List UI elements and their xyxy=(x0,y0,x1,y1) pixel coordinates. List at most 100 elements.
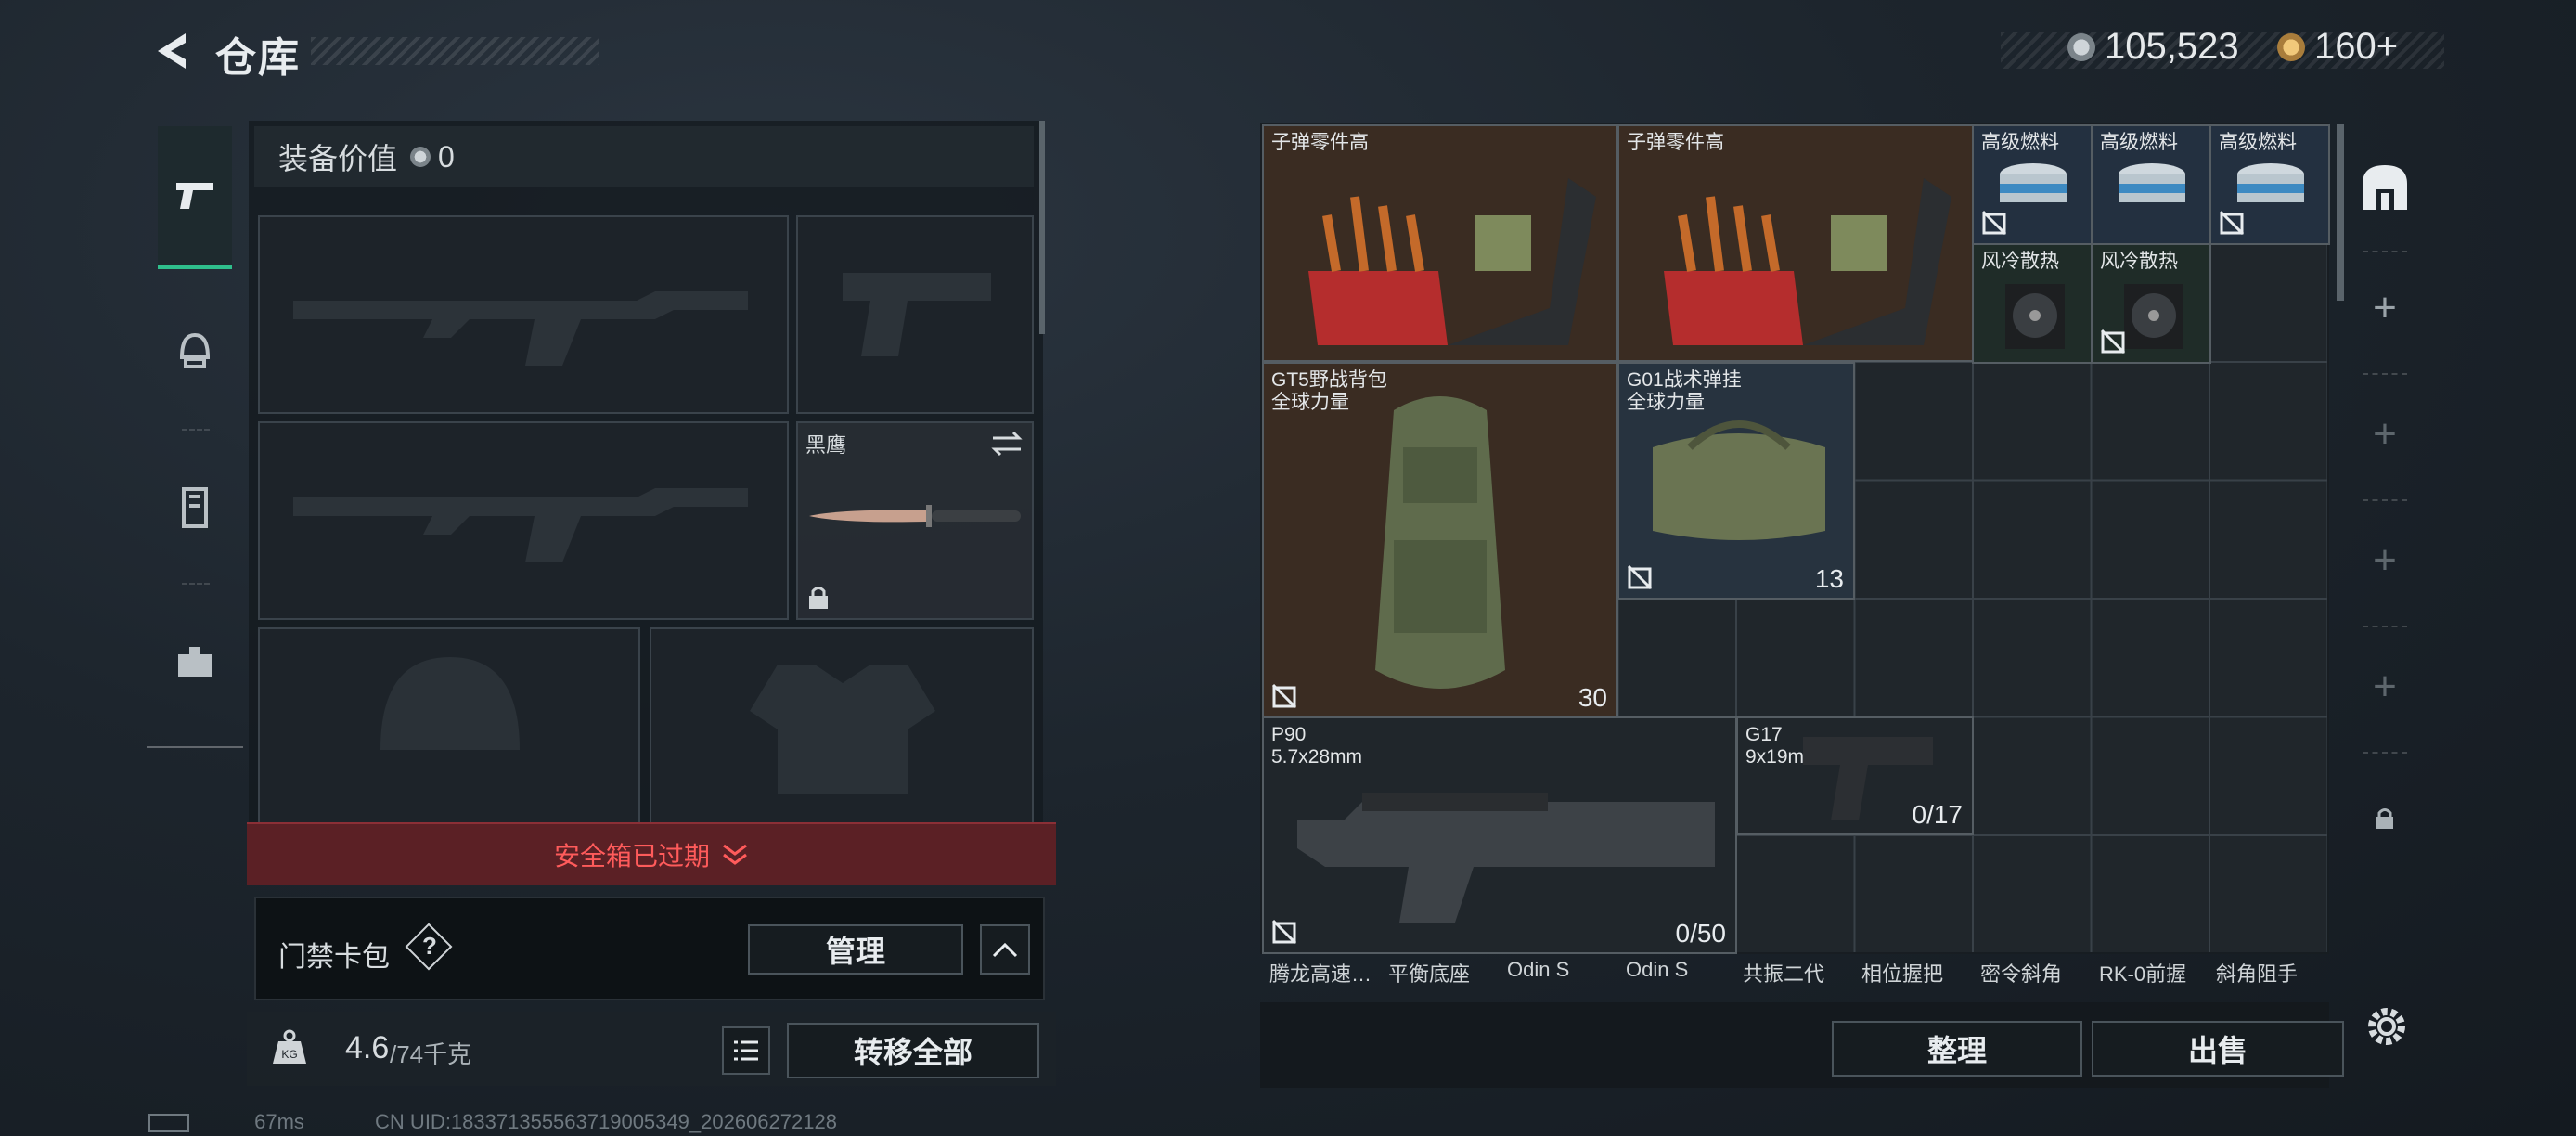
sell-button[interactable]: 出售 xyxy=(2092,1021,2344,1077)
stash-item-cooler[interactable]: 风冷散热 xyxy=(2091,243,2211,364)
safe-box-status[interactable]: 安全箱已过期 xyxy=(247,822,1056,885)
lock-icon xyxy=(809,587,828,609)
value-amount: 0 xyxy=(438,139,455,174)
no-insure-icon xyxy=(2100,329,2126,355)
stash-item-label[interactable]: Odin S xyxy=(1507,958,1569,982)
list-button[interactable] xyxy=(722,1026,770,1075)
plus-icon: + xyxy=(2373,285,2397,330)
add-page-button[interactable]: + xyxy=(2348,379,2422,490)
plus-icon: + xyxy=(2373,411,2397,457)
cooler-icon xyxy=(2124,284,2183,349)
rifle-silhouette-icon xyxy=(293,291,748,366)
fuel-can-icon xyxy=(2000,163,2067,202)
item-capacity: 30 xyxy=(1578,683,1607,712)
locked-page-button[interactable] xyxy=(2348,763,2422,874)
status-line: 67ms CN UID:1833713555637190053​49_20260… xyxy=(148,1110,837,1134)
no-insure-icon xyxy=(1271,683,1297,709)
stash-item-label[interactable]: RK-0前握 xyxy=(2099,958,2186,988)
tab-weapons[interactable] xyxy=(158,126,232,269)
tab-helmet[interactable] xyxy=(158,280,232,420)
helmet-slot[interactable] xyxy=(258,627,640,822)
secondary-weapon-slot[interactable] xyxy=(258,421,789,620)
stash-footer: 整理 出售 xyxy=(1260,1002,2344,1088)
helmet-silhouette-icon xyxy=(380,657,520,750)
transfer-all-button[interactable]: 转移全部 xyxy=(787,1023,1039,1078)
melee-name: 黑鹰 xyxy=(805,433,847,457)
svg-text:KG: KG xyxy=(281,1048,297,1061)
tab-armor[interactable] xyxy=(158,438,232,577)
melee-slot[interactable]: 黑鹰 xyxy=(796,421,1034,620)
add-page-button[interactable]: + xyxy=(2348,505,2422,616)
duffel-bag-icon xyxy=(1653,420,1825,540)
helmet-icon xyxy=(179,332,211,368)
weight-current: 4.6 xyxy=(345,1030,390,1065)
stash-item-fuel[interactable]: 高级燃料 xyxy=(2209,124,2330,245)
tab-gear[interactable] xyxy=(158,592,232,731)
ammo-crate-icon xyxy=(1308,178,1596,345)
safe-box-text: 安全箱已过期 xyxy=(553,842,710,871)
cooler-icon xyxy=(2005,284,2065,349)
rifle-silhouette-icon xyxy=(293,488,748,562)
stash-item-label[interactable]: 密令斜角 xyxy=(1980,958,2062,988)
stash-item-label[interactable]: Odin S xyxy=(1626,958,1688,982)
stash-item-label[interactable]: 共振二代 xyxy=(1743,958,1824,988)
currency-coins: 105,523 xyxy=(2067,26,2239,68)
stash-item-label[interactable]: 相位握把 xyxy=(1861,958,1943,988)
stash-page-column: + + + + xyxy=(2338,123,2431,911)
sidearm-slot[interactable] xyxy=(796,215,1034,414)
expand-button[interactable] xyxy=(980,924,1030,975)
currency-premium[interactable]: 160+ xyxy=(2277,26,2398,68)
stash-item-label[interactable]: 腾龙高速… xyxy=(1269,958,1372,988)
list-icon xyxy=(734,1040,758,1061)
base-icon xyxy=(2363,165,2407,210)
equipment-scrollbar[interactable] xyxy=(1039,121,1045,334)
item-capacity: 13 xyxy=(1814,564,1844,593)
stash-item-label[interactable]: 平衡底座 xyxy=(1388,958,1470,988)
stash-item-g17[interactable]: G17 9x19mm 0/17 xyxy=(1736,716,1974,835)
premium-coin-icon xyxy=(2277,32,2305,61)
smg-icon xyxy=(1297,793,1715,923)
gear-icon[interactable] xyxy=(2363,1002,2411,1051)
stash-item-cooler[interactable]: 风冷散热 xyxy=(1972,243,2093,364)
stash-item-ammo-parts[interactable]: 子弹零件高 xyxy=(1262,124,1618,362)
equipment-value: 装备价值 0 xyxy=(254,126,1034,187)
value-label: 装备价值 xyxy=(278,142,398,175)
vest-silhouette-icon xyxy=(750,665,935,794)
fuel-can-icon xyxy=(2119,163,2185,202)
uid-text: CN UID:1833713555637190053​49_2026062721… xyxy=(375,1110,837,1133)
coin-amount: 105,523 xyxy=(2105,26,2239,67)
primary-weapon-slot[interactable] xyxy=(258,215,789,414)
add-page-button[interactable]: + xyxy=(2348,252,2422,364)
plus-icon: + xyxy=(2373,537,2397,583)
help-text: ? xyxy=(422,932,437,960)
manage-button[interactable]: 管理 xyxy=(748,924,963,975)
base-button[interactable] xyxy=(2348,132,2422,243)
no-insure-icon xyxy=(2219,210,2245,236)
no-insure-icon xyxy=(1271,919,1297,945)
weight-icon: KG xyxy=(273,1029,306,1064)
premium-amount: 160+ xyxy=(2314,26,2399,67)
stash-item-label[interactable]: 斜角阻手 xyxy=(2216,958,2298,988)
stash-item-backpack[interactable]: GT5野战背包 全球力量 30 xyxy=(1262,362,1618,718)
page-title: 仓库 xyxy=(215,35,301,81)
plus-icon: + xyxy=(2373,664,2397,709)
stash-item-chest-rig[interactable]: G01战术弹挂 全球力量 13 xyxy=(1617,362,1855,600)
stash-item-fuel[interactable]: 高级燃料 xyxy=(2091,124,2211,245)
coin-icon xyxy=(2067,32,2095,61)
stash-item-p90[interactable]: P90 5.7x28mm 0/50 xyxy=(1262,716,1737,954)
no-insure-icon xyxy=(1981,210,2007,236)
battery-icon xyxy=(148,1114,189,1133)
stash-item-ammo-parts[interactable]: 子弹零件高 xyxy=(1617,124,1974,362)
no-insure-icon xyxy=(1627,564,1653,590)
stash-item-fuel[interactable]: 高级燃料 xyxy=(1972,124,2093,245)
chevron-down-icon xyxy=(723,844,747,865)
armor-slot[interactable] xyxy=(650,627,1034,822)
back-icon[interactable] xyxy=(148,28,195,74)
sort-button[interactable]: 整理 xyxy=(1832,1021,2082,1077)
swap-icon[interactable] xyxy=(991,431,1023,457)
lock-icon xyxy=(2376,808,2393,829)
add-page-button[interactable]: + xyxy=(2348,631,2422,742)
keycard-label: 门禁卡包 xyxy=(278,942,390,973)
ammo-count: 0/17 xyxy=(1912,800,1964,829)
weight-max: /74千克 xyxy=(390,1040,472,1068)
